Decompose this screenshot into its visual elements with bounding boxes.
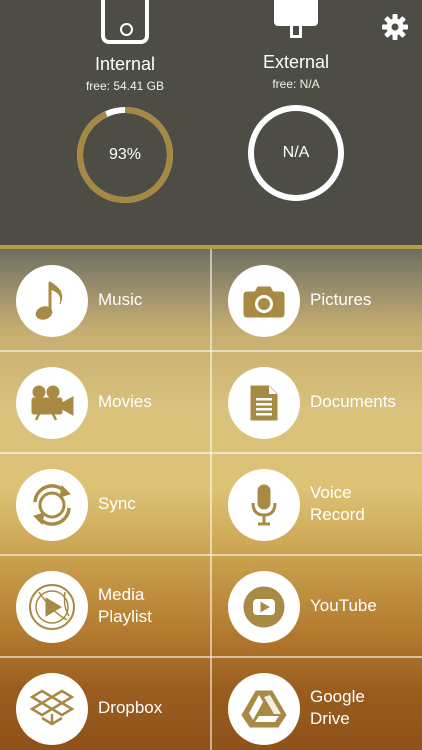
tile-label: Dropbox [98, 697, 163, 717]
dropbox-icon [16, 673, 88, 745]
tile-label: YouTube [310, 595, 377, 615]
internal-storage[interactable]: Internal free: 54.41 GB 93% [40, 0, 210, 205]
playlist-icon [16, 571, 88, 643]
tile-label: Documents [310, 391, 396, 411]
phone-icon [101, 0, 149, 44]
settings-gear-icon[interactable] [380, 12, 410, 42]
tile-google-drive[interactable]: Google Drive [212, 657, 422, 750]
external-usage-ring: N/A [246, 103, 346, 203]
category-grid: Music Pictures Movies Documents Sync Voi… [0, 249, 422, 750]
tile-sync[interactable]: Sync [0, 453, 210, 554]
external-percent: N/A [282, 144, 310, 161]
movie-camera-icon [16, 367, 88, 439]
tile-music[interactable]: Music [0, 249, 210, 350]
storage-header: Internal free: 54.41 GB 93% External fre… [0, 0, 422, 245]
external-label: External [262, 52, 330, 72]
internal-usage-ring: 93% [75, 105, 175, 205]
youtube-icon [228, 571, 300, 643]
app-root: Internal free: 54.41 GB 93% External fre… [0, 0, 422, 750]
tile-label: Sync [98, 493, 136, 513]
usb-drive-icon [274, 0, 318, 42]
sync-icon [16, 469, 88, 541]
microphone-icon [228, 469, 300, 541]
external-free: free: N/A [272, 77, 320, 91]
internal-label: Internal [94, 54, 156, 74]
tile-youtube[interactable]: YouTube [212, 555, 422, 656]
music-note-icon [16, 265, 88, 337]
tile-label: Google Drive [310, 686, 365, 728]
tile-movies[interactable]: Movies [0, 351, 210, 452]
tile-documents[interactable]: Documents [212, 351, 422, 452]
tile-label: Pictures [310, 289, 372, 309]
internal-free: free: 54.41 GB [85, 79, 165, 93]
internal-percent: 93% [108, 146, 142, 163]
tile-media-playlist[interactable]: Media Playlist [0, 555, 210, 656]
tile-label: Movies [98, 391, 152, 411]
tile-dropbox[interactable]: Dropbox [0, 657, 210, 750]
tile-label: Music [98, 289, 143, 309]
camera-icon [228, 265, 300, 337]
document-icon [228, 367, 300, 439]
tile-label: Media Playlist [98, 584, 152, 626]
tile-label: Voice Record [310, 482, 365, 524]
google-drive-icon [228, 673, 300, 745]
tile-pictures[interactable]: Pictures [212, 249, 422, 350]
tile-voice-record[interactable]: Voice Record [212, 453, 422, 554]
external-storage[interactable]: External free: N/A N/A [211, 0, 381, 203]
